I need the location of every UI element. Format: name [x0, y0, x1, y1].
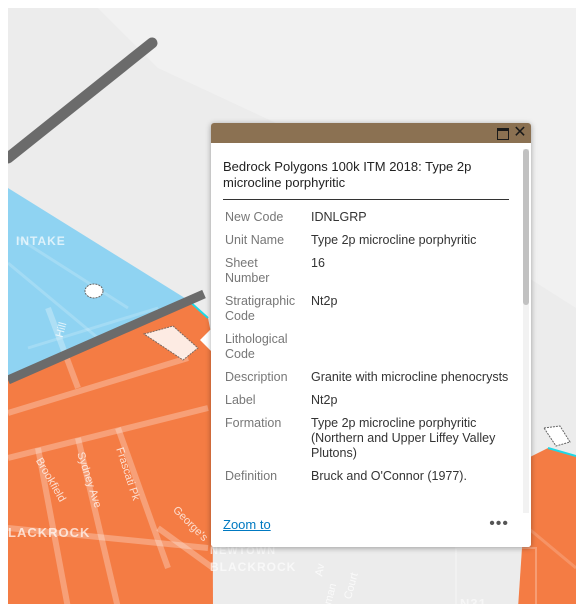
attribute-value: Type 2p microcline porphyritic (Northern…	[311, 416, 496, 460]
attribute-row: Formation Type 2p microcline porphyritic …	[221, 412, 516, 465]
zoom-to-link[interactable]: Zoom to	[223, 517, 271, 532]
popup-footer: Zoom to •••	[211, 515, 531, 547]
attribute-value: Bruck and O'Connor (1977).	[311, 469, 467, 483]
popup-title: Bedrock Polygons 100k ITM 2018: Type 2p …	[223, 159, 509, 200]
attribute-key: Formation	[225, 416, 282, 430]
map-label-blackrock-left: LACKROCK	[8, 525, 91, 540]
attribute-value: Nt2p	[311, 393, 338, 407]
scrollbar-thumb[interactable]	[523, 149, 529, 305]
attribute-table: New Code IDNLGRP Unit Name Type 2p microcli…	[221, 206, 516, 488]
maximize-icon[interactable]	[495, 125, 511, 141]
attribute-key: Stratigraphic Code	[225, 294, 296, 323]
attribute-key: Definition	[225, 469, 278, 483]
attribute-row: Label Nt2p	[221, 389, 516, 412]
attribute-value: Type 2p microcline porphyritic	[311, 233, 477, 247]
attribute-row: Unit Name Type 2p microcline porphyritic	[221, 229, 516, 252]
street-label-avenue: Av	[313, 562, 328, 578]
hatched-feature	[84, 283, 104, 299]
attribute-key: Description	[225, 370, 288, 384]
attribute-value: Granite with microcline phenocrysts	[311, 370, 509, 384]
feature-popup: ✕ Bedrock Polygons 100k ITM 2018: Type 2…	[211, 123, 531, 547]
attribute-row: Stratigraphic Code Nt2p	[221, 290, 516, 328]
attribute-row: Lithological Code	[221, 328, 516, 366]
attribute-key: New Code	[225, 210, 284, 224]
map-label-intake: INTAKE	[16, 234, 66, 248]
more-actions-button[interactable]: •••	[489, 515, 509, 533]
attribute-value: Nt2p	[311, 294, 338, 308]
attribute-key: Label	[225, 393, 256, 407]
attribute-key: Lithological Code	[225, 332, 288, 361]
attribute-value: IDNLGRP	[311, 210, 367, 224]
map-label-n31: N31	[460, 596, 487, 604]
attribute-row: New Code IDNLGRP	[221, 206, 516, 229]
close-icon[interactable]: ✕	[512, 125, 528, 141]
attribute-row: Definition Bruck and O'Connor (1977).	[221, 465, 516, 488]
map-label-blackrock: BLACKROCK	[210, 560, 297, 574]
attribute-value: 16	[311, 256, 325, 270]
attribute-row: Description Granite with microcline pheno…	[221, 366, 516, 389]
popup-header: ✕	[211, 123, 531, 143]
attribute-row: Sheet Number 16	[221, 252, 516, 290]
attribute-key: Unit Name	[225, 233, 285, 247]
attribute-value	[307, 328, 516, 366]
popup-content[interactable]: Bedrock Polygons 100k ITM 2018: Type 2p …	[211, 143, 521, 513]
attribute-key: Sheet Number	[225, 256, 270, 285]
